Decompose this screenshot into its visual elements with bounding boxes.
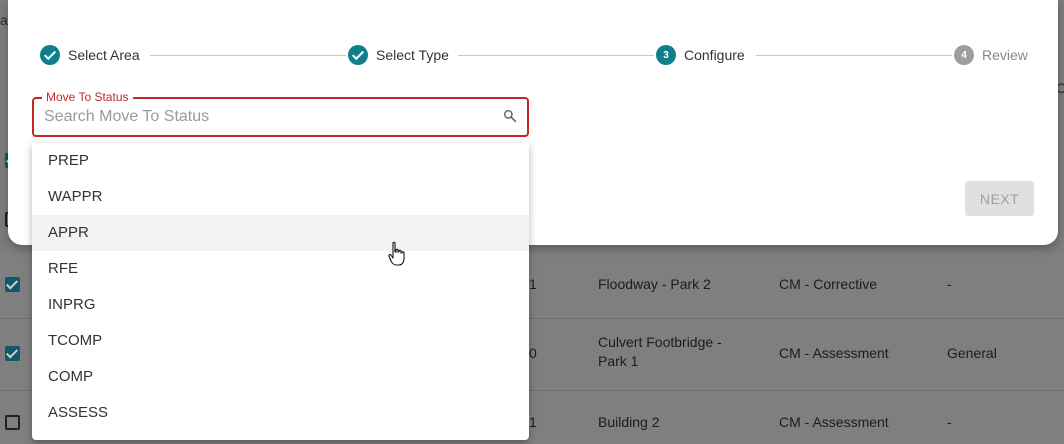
check-circle-icon <box>40 45 60 65</box>
status-option[interactable]: ASSESS <box>32 395 529 431</box>
cell-type: CM - Corrective <box>779 276 878 292</box>
cell-id: 1 <box>529 414 537 430</box>
step-configure[interactable]: 3 Configure <box>656 44 745 66</box>
step-connector <box>756 55 952 56</box>
status-option[interactable]: WAPPR <box>32 179 529 215</box>
cell-id: 0 <box>529 345 537 361</box>
move-to-status-input[interactable] <box>44 108 484 126</box>
step-label: Select Area <box>68 47 140 63</box>
step-select-type[interactable]: Select Type <box>348 44 449 66</box>
cell-type: CM - Assessment <box>779 345 889 361</box>
row-checkbox[interactable] <box>5 415 20 430</box>
step-label: Select Type <box>376 47 449 63</box>
step-connector <box>150 55 346 56</box>
field-label: Move To Status <box>42 90 133 104</box>
next-button[interactable]: NEXT <box>965 181 1034 216</box>
step-select-area[interactable]: Select Area <box>40 44 140 66</box>
header-stub-left: a <box>0 12 8 28</box>
row-checkbox[interactable] <box>5 346 20 361</box>
cell-id: 1 <box>529 276 537 292</box>
cell-location: Building 2 <box>598 414 660 430</box>
move-to-status-field[interactable]: Move To Status <box>32 90 529 137</box>
step-label: Review <box>982 47 1028 63</box>
search-icon[interactable] <box>502 108 518 124</box>
hand-cursor-icon <box>388 241 405 266</box>
step-number-icon: 3 <box>656 45 676 65</box>
status-option-hovered[interactable]: APPR <box>32 215 529 251</box>
step-number-icon: 4 <box>954 45 974 65</box>
status-option[interactable]: TCOMP <box>32 323 529 359</box>
row-checkbox[interactable] <box>5 277 20 292</box>
status-option[interactable]: PREP <box>32 143 529 179</box>
cell-extra: - <box>947 276 952 292</box>
status-dropdown-list: PREP WAPPR APPR RFE INPRG TCOMP COMP ASS… <box>32 143 529 440</box>
cell-extra: - <box>947 414 952 430</box>
cell-location: Floodway - Park 2 <box>598 276 711 292</box>
step-connector <box>458 55 654 56</box>
cell-extra: General <box>947 345 997 361</box>
step-review[interactable]: 4 Review <box>954 44 1028 66</box>
status-option[interactable]: RFE <box>32 251 529 287</box>
cell-type: CM - Assessment <box>779 414 889 430</box>
stepper: Select Area Select Type 3 Configure 4 Re… <box>38 44 1038 66</box>
check-circle-icon <box>348 45 368 65</box>
status-option[interactable]: INPRG <box>32 287 529 323</box>
status-option[interactable]: COMP <box>32 359 529 395</box>
step-label: Configure <box>684 47 745 63</box>
cell-location: Culvert Footbridge - Park 1 <box>598 334 722 369</box>
